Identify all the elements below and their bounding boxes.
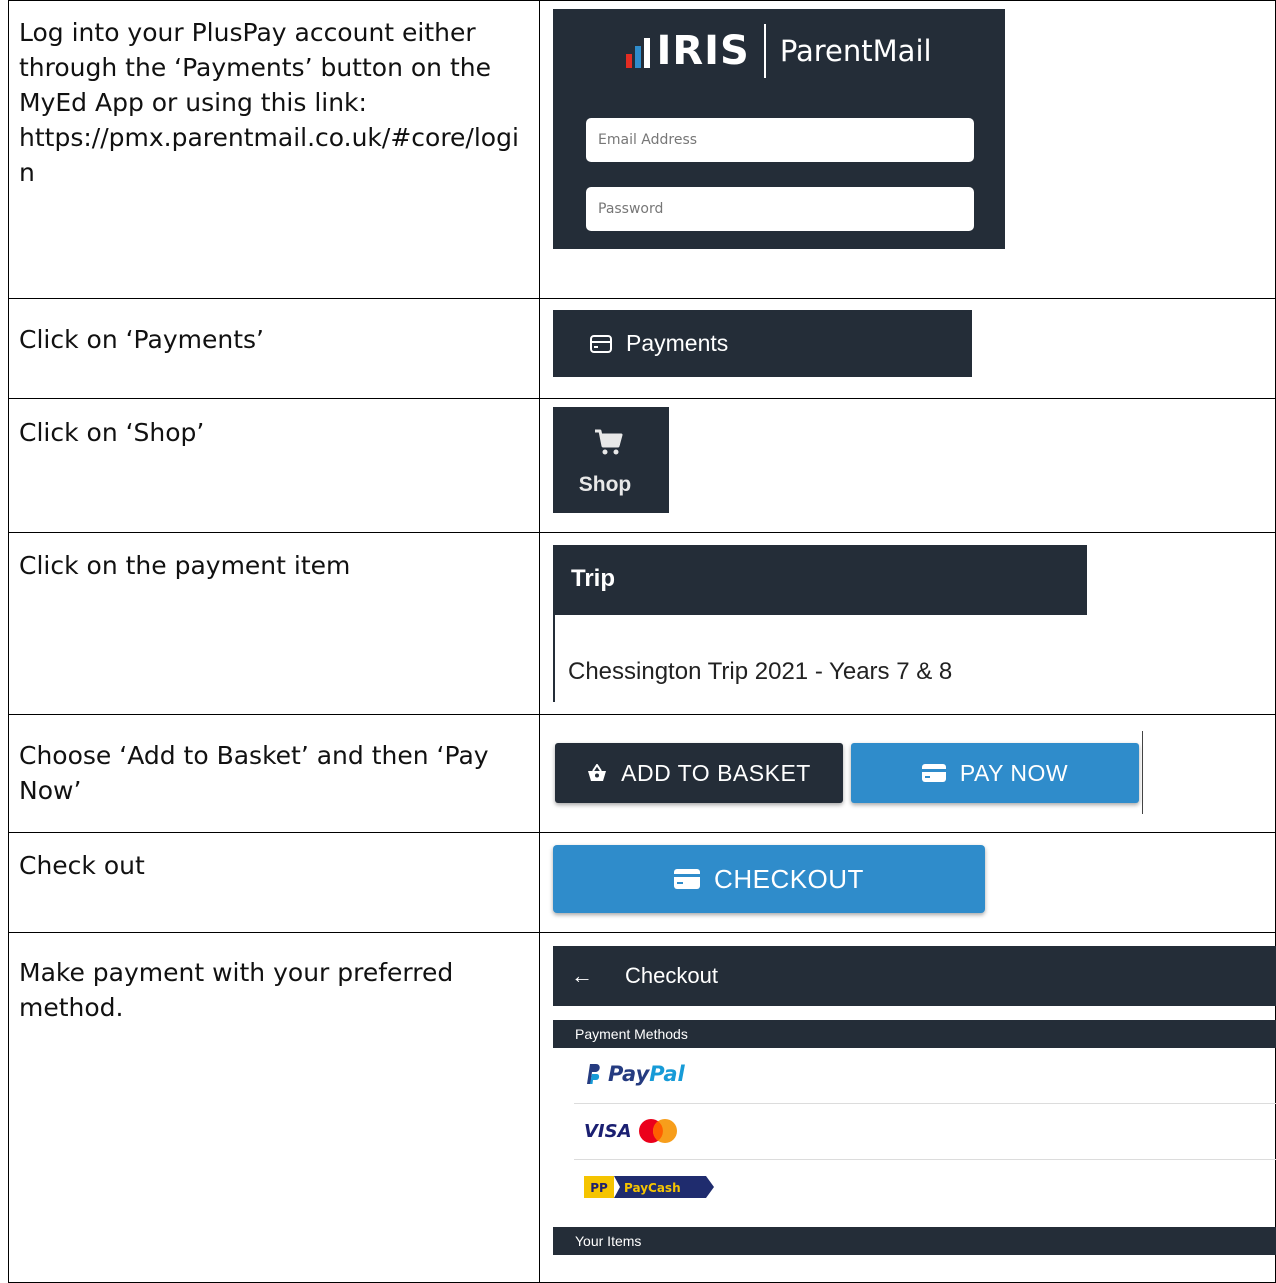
shop-menu-item[interactable]: Shop	[553, 407, 669, 513]
payment-methods-label: Payment Methods	[575, 1026, 688, 1042]
visa-name: VISA	[584, 1120, 632, 1142]
product-name: ParentMail	[779, 34, 932, 68]
back-arrow-icon[interactable]: ←	[571, 963, 593, 989]
payment-method-paypal[interactable]: PayPal	[574, 1048, 1276, 1104]
row-divider	[8, 398, 1276, 399]
trip-category-label: Trip	[571, 565, 616, 592]
pay-now-button[interactable]: PAY NOW	[851, 743, 1139, 803]
iris-bars-icon	[626, 34, 651, 68]
trip-category-header: Trip	[553, 545, 1087, 615]
paypal-p-icon	[587, 1064, 600, 1084]
your-items-label: Your Items	[575, 1233, 642, 1249]
payment-item-link[interactable]: Chessington Trip 2021 - Years 7 & 8	[568, 658, 952, 686]
paypal-name: PayPal	[608, 1062, 685, 1086]
login-panel: IRIS ParentMail Email Address Password	[553, 9, 1005, 249]
table-border-middle	[539, 0, 540, 1283]
step-6-text: Check out	[19, 851, 145, 880]
row-divider	[8, 298, 1276, 299]
row-divider	[8, 714, 1276, 715]
checkout-label: CHECKOUT	[714, 863, 864, 894]
credit-card-icon	[921, 764, 946, 782]
email-placeholder: Email Address	[598, 132, 698, 148]
row-divider	[8, 532, 1276, 533]
row-divider	[8, 932, 1276, 933]
step-1-text: Log into your PlusPay account either thr…	[19, 18, 519, 187]
table-border-left	[8, 0, 9, 1283]
basket-icon	[588, 764, 607, 781]
shop-label: Shop	[578, 473, 632, 496]
step-4-text: Click on the payment item	[19, 551, 351, 580]
checkout-title: Checkout	[625, 963, 718, 988]
email-field[interactable]: Email Address	[586, 118, 974, 162]
shopping-cart-icon	[595, 429, 623, 455]
paypal-logo: PayPal	[584, 1062, 685, 1086]
add-to-basket-button[interactable]: ADD TO BASKET	[555, 743, 843, 803]
brand-name: IRIS	[656, 28, 750, 74]
row-divider	[8, 832, 1276, 833]
checkout-header: ← Checkout	[553, 946, 1276, 1006]
credit-card-icon	[590, 334, 612, 353]
paycash-name: PayCash	[624, 1181, 681, 1195]
logo-divider	[763, 24, 766, 78]
svg-text:PP: PP	[590, 1181, 608, 1195]
credit-card-icon	[674, 869, 701, 889]
payment-methods-header: Payment Methods	[553, 1020, 1276, 1048]
iris-parentmail-logo: IRIS ParentMail	[553, 21, 1005, 81]
screenshot-edge-line	[1142, 731, 1143, 814]
step-5-text: Choose ‘Add to Basket’ and then ‘Pay Now…	[19, 741, 489, 805]
step-2-text: Click on ‘Payments’	[19, 325, 264, 354]
visa-mastercard-logo: VISA	[584, 1118, 678, 1144]
payment-method-paycash[interactable]: PP PayCash	[574, 1160, 1276, 1216]
password-placeholder: Password	[598, 201, 664, 217]
trip-item-accent-bar	[553, 615, 555, 702]
mastercard-icon	[638, 1119, 677, 1143]
table-border-top	[8, 0, 1276, 1]
step-3-text: Click on ‘Shop’	[19, 418, 205, 447]
checkout-button[interactable]: CHECKOUT	[553, 845, 985, 913]
pay-now-label: PAY NOW	[959, 759, 1069, 786]
add-to-basket-label: ADD TO BASKET	[621, 759, 811, 786]
payments-label: Payments	[626, 330, 729, 356]
your-items-header: Your Items	[553, 1227, 1276, 1255]
payment-method-card[interactable]: VISA	[574, 1104, 1276, 1160]
password-field[interactable]: Password	[586, 187, 974, 231]
payments-menu-item[interactable]: Payments	[553, 310, 972, 377]
step-7-text: Make payment with your preferred method.	[19, 958, 454, 1022]
paycash-logo: PP PayCash	[584, 1176, 714, 1198]
